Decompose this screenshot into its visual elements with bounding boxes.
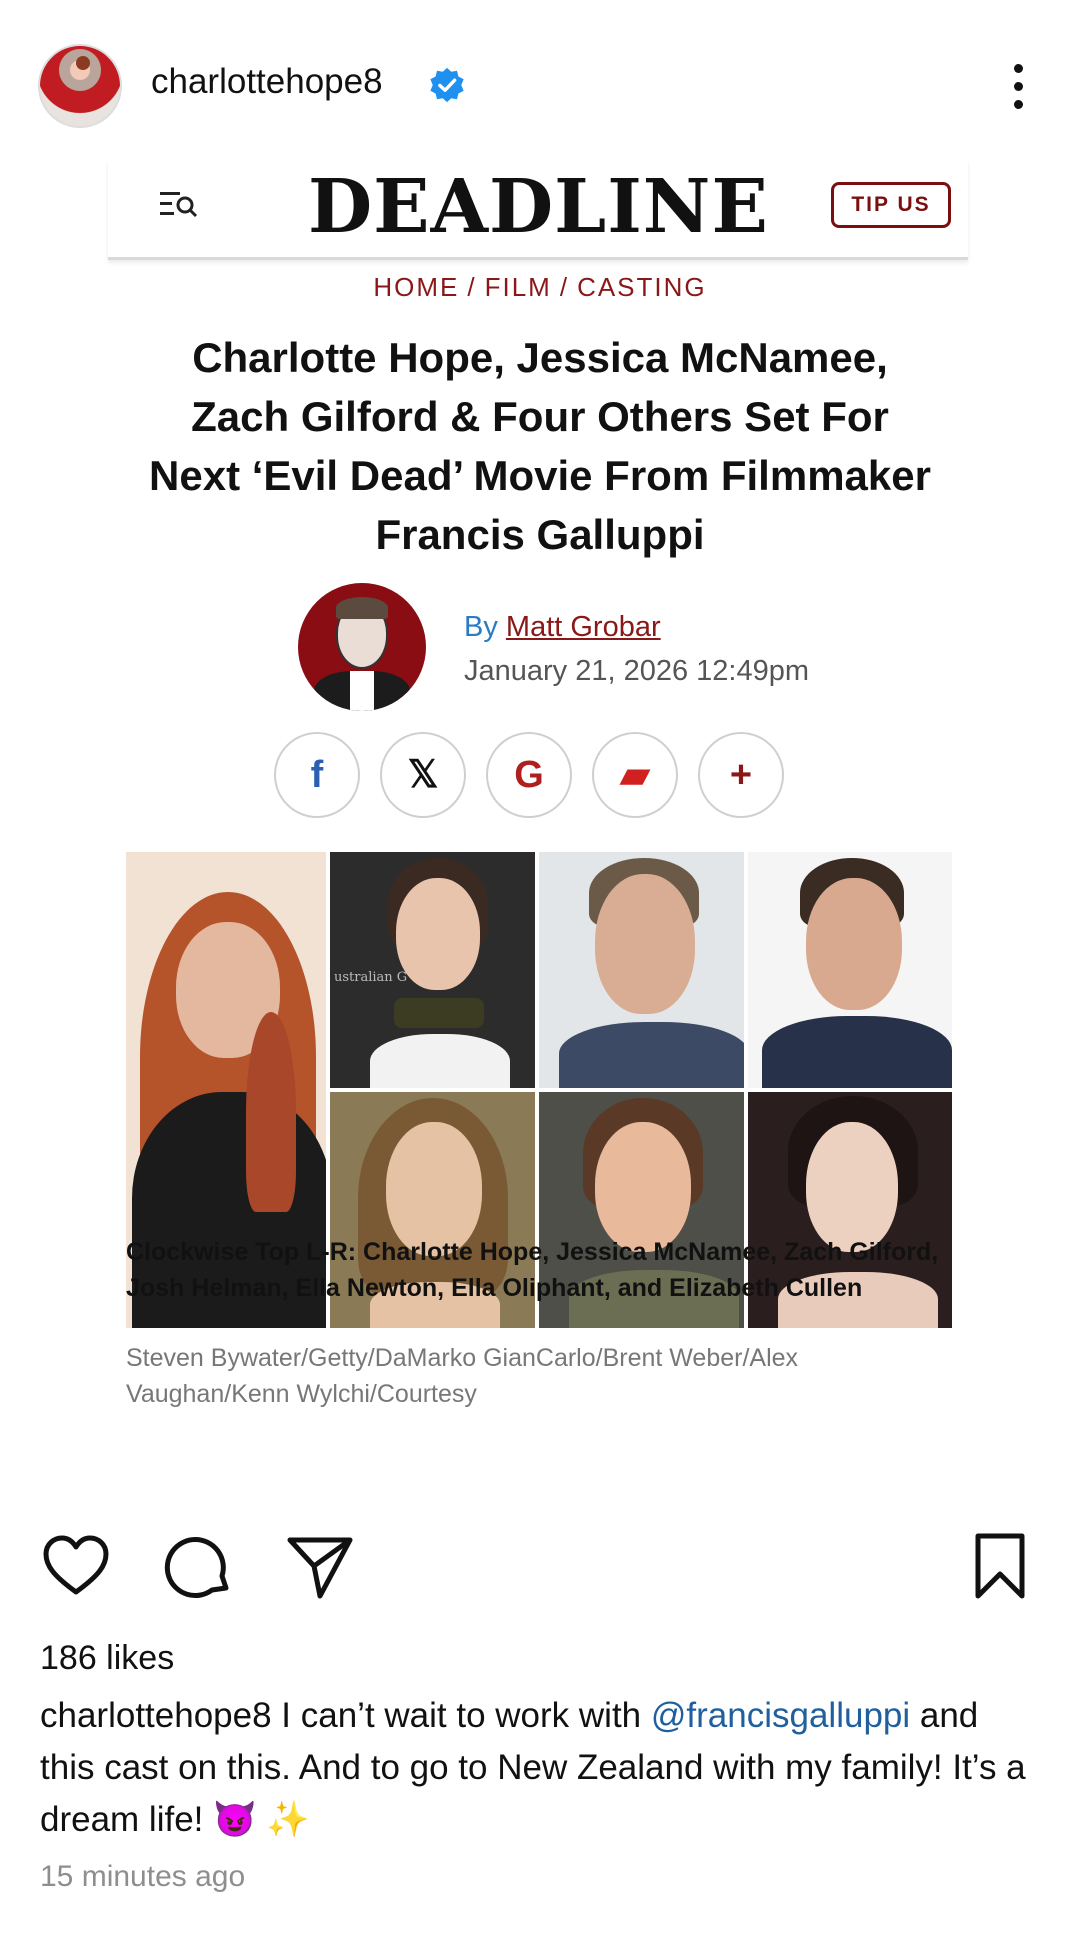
comment-icon[interactable] — [162, 1530, 234, 1602]
breadcrumb: HOME / FILM / CASTING — [373, 272, 707, 302]
site-header: DEADLINE TIP US — [108, 160, 968, 260]
photo-backdrop-text: ustralian G — [334, 970, 408, 985]
facebook-icon: f — [274, 732, 360, 818]
photo-zach-gilford — [539, 852, 744, 1088]
article-headline: Charlotte Hope, Jessica McNamee, Zach Gi… — [149, 334, 931, 558]
breadcrumb-home: HOME — [373, 272, 460, 302]
plus-icon: + — [698, 732, 784, 818]
caption-text-1: I can’t wait to work with — [271, 1696, 651, 1735]
menu-search-icon — [160, 192, 198, 218]
post-header: charlottehope8 — [0, 0, 1080, 170]
post-username[interactable]: charlottehope8 — [151, 62, 383, 102]
deadline-logo: DEADLINE — [308, 164, 769, 250]
more-options-icon[interactable] — [1000, 56, 1036, 116]
post-image[interactable]: DEADLINE TIP US HOME / FILM / CASTING Charlo… — [0, 160, 1080, 1510]
by-prefix: By — [464, 611, 506, 643]
article-date: January 21, 2026 12:49pm — [464, 655, 810, 687]
breadcrumb-film: FILM — [484, 272, 552, 302]
post-caption: charlottehope8 I can’t wait to work with… — [40, 1690, 1040, 1846]
flipboard-icon: ▰ — [592, 732, 678, 818]
google-icon: G — [486, 732, 572, 818]
photo-credit: Steven Bywater/Getty/DaMarko GianCarlo/B… — [126, 1344, 799, 1408]
tip-us-button: TIP US — [831, 182, 951, 228]
breadcrumb-casting: CASTING — [577, 272, 707, 302]
share-send-icon[interactable] — [284, 1530, 356, 1602]
like-heart-icon[interactable] — [40, 1530, 112, 1602]
likes-count[interactable]: 186 likes — [40, 1639, 174, 1678]
post-timestamp: 15 minutes ago — [40, 1860, 246, 1893]
author-avatar — [298, 583, 426, 711]
avatar[interactable] — [38, 44, 122, 128]
byline: By Matt Grobar January 21, 2026 12:49pm — [298, 583, 818, 713]
photo-caption: Clockwise Top L-R: Charlotte Hope, Jessi… — [126, 1238, 939, 1302]
caption-username[interactable]: charlottehope8 — [40, 1696, 272, 1735]
verified-badge-icon — [430, 67, 464, 103]
author-link: Matt Grobar — [505, 611, 661, 643]
save-bookmark-icon[interactable] — [964, 1530, 1036, 1602]
photo-jessica-mcnamee: ustralian G — [330, 852, 535, 1088]
post-actions — [0, 1530, 1080, 1620]
share-buttons: f 𝕏 G ▰ + — [274, 732, 794, 822]
photo-josh-helman — [748, 852, 952, 1088]
caption-mention[interactable]: @francisgalluppi — [651, 1696, 910, 1735]
x-icon: 𝕏 — [380, 732, 466, 818]
author-line: By Matt Grobar — [464, 611, 661, 644]
